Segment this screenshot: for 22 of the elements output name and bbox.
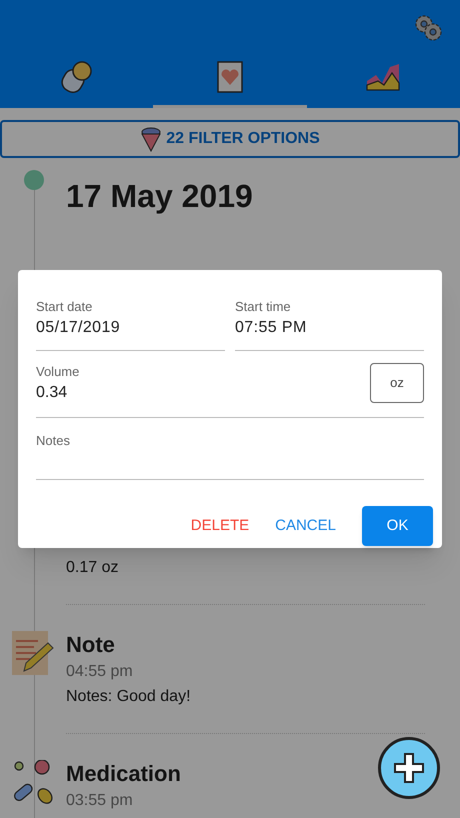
settings-icon[interactable] [414, 14, 442, 42]
filter-button[interactable]: 22 FILTER OPTIONS [0, 120, 460, 158]
volume-field[interactable]: Volume 0.34 [36, 363, 370, 405]
time-field[interactable]: Start time 07:55 PM [235, 298, 424, 351]
entry-time: 03:55 pm [66, 791, 133, 811]
area-chart-icon [366, 62, 400, 90]
plus-icon [393, 752, 425, 784]
heart-card-icon [216, 60, 243, 92]
date-field[interactable]: Start date 05/17/2019 [36, 298, 225, 351]
date-heading: 17 May 2019 [66, 177, 254, 216]
entry-title: Note [66, 631, 115, 659]
notes-field[interactable]: Notes [36, 428, 424, 480]
entry-details: Notes: Good day! [66, 687, 191, 707]
entry-details: 0.17 oz [66, 558, 118, 578]
entry-title: Medication [66, 760, 181, 788]
delete-button[interactable]: DELETE [190, 514, 250, 538]
ok-button[interactable]: OK [362, 506, 433, 546]
unit-button[interactable]: oz [370, 363, 424, 403]
funnel-icon [140, 126, 162, 152]
note-pencil-icon [12, 631, 54, 675]
cancel-button[interactable]: CANCEL [275, 514, 336, 538]
entry-time: 04:55 pm [66, 662, 133, 682]
